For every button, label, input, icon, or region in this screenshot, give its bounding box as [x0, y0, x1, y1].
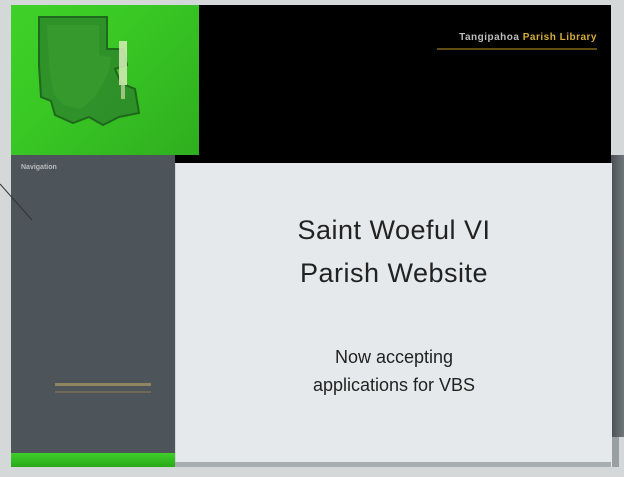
site-title[interactable]: Tangipahoa Parish Library	[459, 32, 597, 43]
page-headline: Saint Woeful VI Parish Website	[176, 209, 612, 295]
headline-line-2: Parish Website	[299, 258, 489, 288]
sidebar-link-underline	[55, 391, 151, 393]
louisiana-map-logo-icon	[38, 16, 141, 127]
annotation-pointer-line	[0, 183, 33, 221]
sidebar-link[interactable]	[55, 383, 151, 386]
site-header: Tangipahoa Parish Library	[199, 5, 611, 155]
site-title-prefix: Tangipahoa	[459, 32, 520, 43]
card-shadow-tail	[611, 437, 619, 467]
main-content-card: Saint Woeful VI Parish Website Now accep…	[175, 163, 612, 467]
announcement-text: Now accepting applications for VBS	[176, 343, 612, 399]
footer-rule	[175, 462, 611, 467]
sidebar-bottom-bar	[11, 453, 175, 467]
card-shadow	[611, 155, 624, 437]
site-title-accent: Parish Library	[522, 32, 597, 43]
announcement-line-2: applications for VBS	[312, 375, 476, 395]
headline-line-1: Saint Woeful VI	[297, 215, 491, 245]
title-underline	[437, 48, 597, 50]
page-margin	[624, 0, 636, 477]
announcement-line-1: Now accepting	[334, 347, 454, 367]
logo-panel[interactable]	[11, 5, 199, 155]
